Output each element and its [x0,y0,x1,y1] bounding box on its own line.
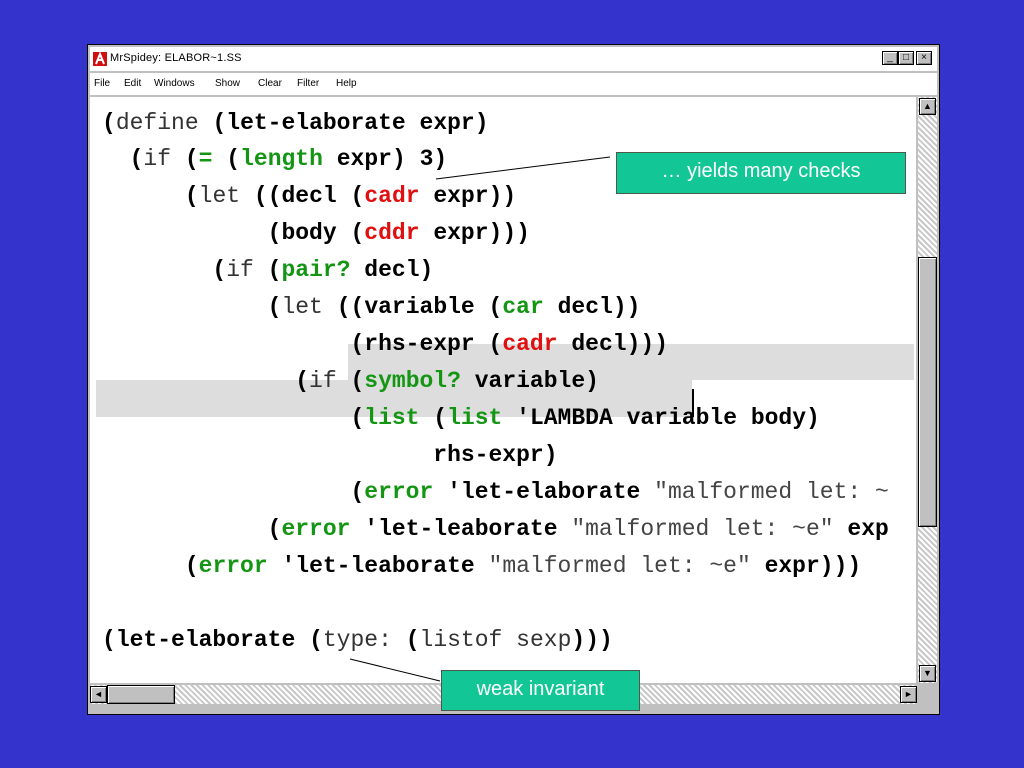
code-line: (error 'let-leaborate "malformed let: ~e… [267,516,889,542]
text-caret [692,389,694,417]
menu-edit[interactable]: Edit [124,78,141,89]
vertical-scroll-thumb[interactable] [918,257,937,527]
scroll-up-button[interactable]: ▲ [919,98,936,115]
vertical-scrollbar[interactable]: ▲ ▼ [918,97,937,683]
menu-bar: File Edit Windows Show Clear Filter Help [90,73,937,95]
code-line: (if (pair? decl) [212,257,434,283]
menu-show[interactable]: Show [215,78,240,89]
close-button[interactable]: × [916,51,932,65]
menu-windows[interactable]: Windows [154,78,195,89]
code-line: (let ((variable (car decl)) [267,294,641,320]
code-line: rhs-expr) [433,442,558,468]
code-line: (if (symbol? variable) [295,368,599,394]
code-line: (if (= (length expr) 3) [129,146,448,172]
code-line: (error 'let-elaborate "malformed let: ~ [350,479,889,505]
code-line: (define (let-elaborate expr) [102,110,489,136]
code-line: (body (cddr expr))) [267,220,530,246]
mrspidey-app-icon [93,52,107,66]
menu-file[interactable]: File [94,78,110,89]
resize-grip[interactable] [918,685,937,704]
scroll-down-button[interactable]: ▼ [919,665,936,682]
code-line: (list (list 'LAMBDA variable body) [350,405,820,431]
code-line: (let ((decl (cadr expr)) [184,183,517,209]
window-title: MrSpidey: ELABOR~1.SS [110,52,242,64]
maximize-button[interactable]: □ [898,51,914,65]
code-line: (error 'let-leaborate "malformed let: ~e… [184,553,862,579]
title-bar[interactable]: MrSpidey: ELABOR~1.SS _ □ × [90,47,937,71]
menu-filter[interactable]: Filter [297,78,319,89]
callout-weak-invariant: weak invariant [441,670,640,711]
scroll-left-button[interactable]: ◄ [90,686,107,703]
minimize-button[interactable]: _ [882,51,898,65]
code-line: (rhs-expr (cadr decl))) [350,331,668,357]
callout-yields-many-checks: … yields many checks [616,152,906,194]
mrspidey-window: MrSpidey: ELABOR~1.SS _ □ × File Edit Wi… [87,44,940,715]
horizontal-scroll-thumb[interactable] [107,685,175,704]
menu-clear[interactable]: Clear [258,78,282,89]
scroll-right-button[interactable]: ► [900,686,917,703]
code-line: (let-elaborate (type: (listof sexp))) [102,627,613,653]
menu-help[interactable]: Help [336,78,357,89]
